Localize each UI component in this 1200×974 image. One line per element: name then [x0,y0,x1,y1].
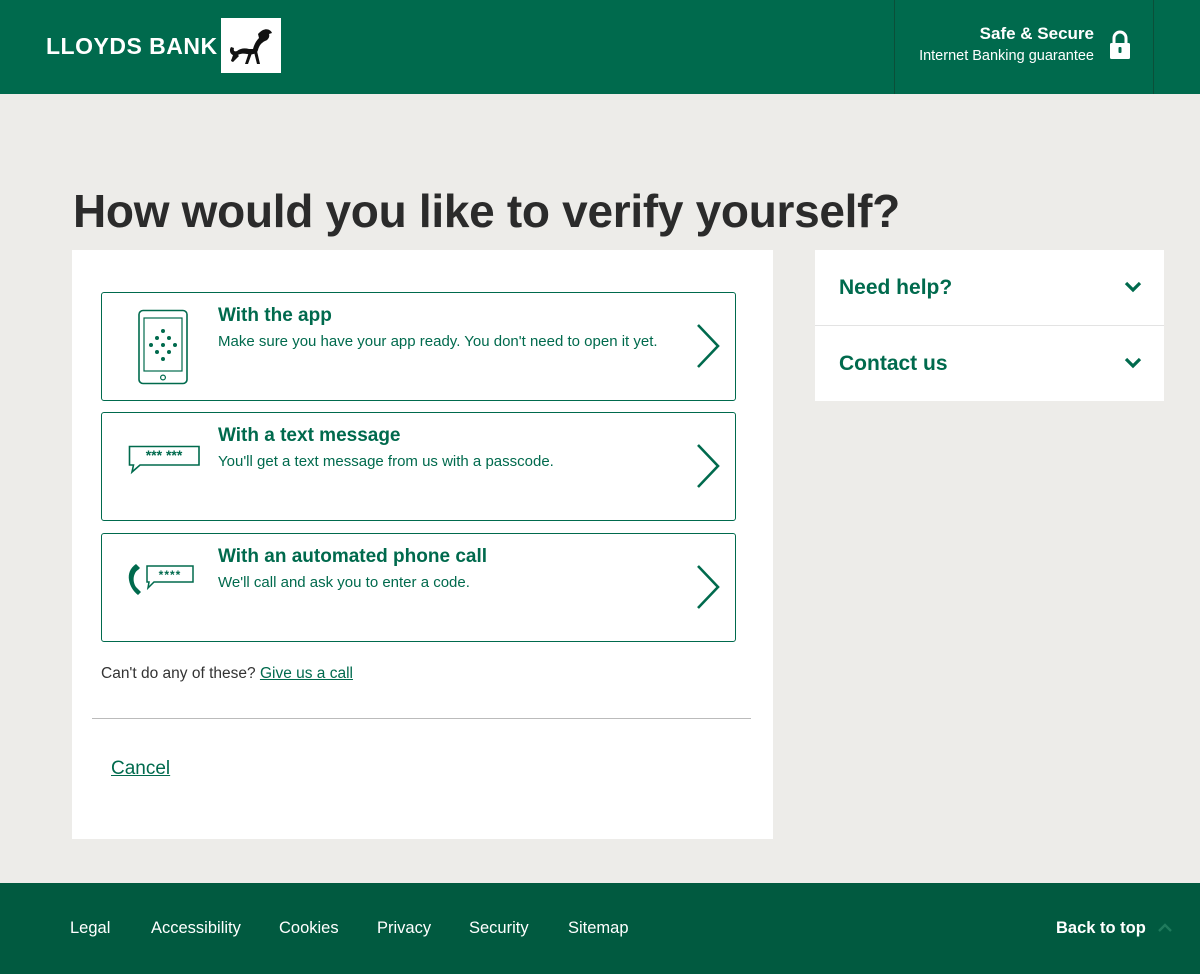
option-description: You'll get a text message from us with a… [218,453,554,470]
chevron-right-icon [697,444,720,488]
safe-secure-subtitle: Internet Banking guarantee [919,48,1094,64]
back-to-top-link[interactable]: Back to top [1056,919,1146,938]
header-divider [1153,0,1154,94]
safe-secure-title: Safe & Secure [979,24,1094,43]
footer-link-privacy[interactable]: Privacy [377,919,431,938]
svg-text:****: **** [159,568,182,582]
footer-link-sitemap[interactable]: Sitemap [568,919,629,938]
divider [92,718,751,719]
chevron-right-icon [697,565,720,609]
option-app[interactable]: With the app Make sure you have your app… [101,292,736,401]
chevron-down-icon [1124,357,1142,369]
footer-link-legal[interactable]: Legal [70,919,110,938]
option-title: With the app [218,305,332,326]
accordion-label: Need help? [839,276,953,299]
accordion-label: Contact us [839,352,948,375]
text-message-icon: *** *** [128,445,200,475]
horse-icon [229,28,272,64]
chevron-right-icon [697,324,720,368]
option-description: We'll call and ask you to enter a code. [218,574,470,591]
black-horse-logo[interactable] [221,18,281,73]
need-help-accordion[interactable]: Need help? [815,250,1164,326]
footer-link-cookies[interactable]: Cookies [279,919,339,938]
safe-secure-block[interactable]: Safe & Secure Internet Banking guarantee [919,24,1094,64]
cancel-link[interactable]: Cancel [111,758,170,780]
phone-call-icon: **** [128,564,194,595]
brand-name[interactable]: LLOYDS BANK [46,33,218,60]
help-panel: Need help? Contact us [815,250,1164,401]
site-footer: Legal Accessibility Cookies Privacy Secu… [0,883,1200,974]
site-header: LLOYDS BANK Safe & Secure Internet Banki… [0,0,1200,94]
footer-link-security[interactable]: Security [469,919,529,938]
alternative-contact: Can't do any of these? Give us a call [101,665,353,683]
verification-options-card: With the app Make sure you have your app… [72,250,773,839]
header-divider [894,0,895,94]
page-title: How would you like to verify yourself? [73,185,900,237]
alternative-prefix: Can't do any of these? [101,665,256,682]
chevron-up-icon[interactable] [1158,923,1172,932]
option-title: With an automated phone call [218,546,488,567]
option-title: With a text message [218,425,401,446]
svg-text:*** ***: *** *** [146,447,183,463]
option-description: Make sure you have your app ready. You d… [218,333,658,350]
option-phone-call[interactable]: **** With an automated phone call We'll … [101,533,736,642]
give-us-a-call-link[interactable]: Give us a call [260,665,353,682]
lock-icon [1110,30,1130,59]
phone-app-icon [138,309,188,385]
contact-us-accordion[interactable]: Contact us [815,326,1164,401]
chevron-down-icon [1124,281,1142,293]
footer-link-accessibility[interactable]: Accessibility [151,919,241,938]
option-text-message[interactable]: *** *** With a text message You'll get a… [101,412,736,521]
